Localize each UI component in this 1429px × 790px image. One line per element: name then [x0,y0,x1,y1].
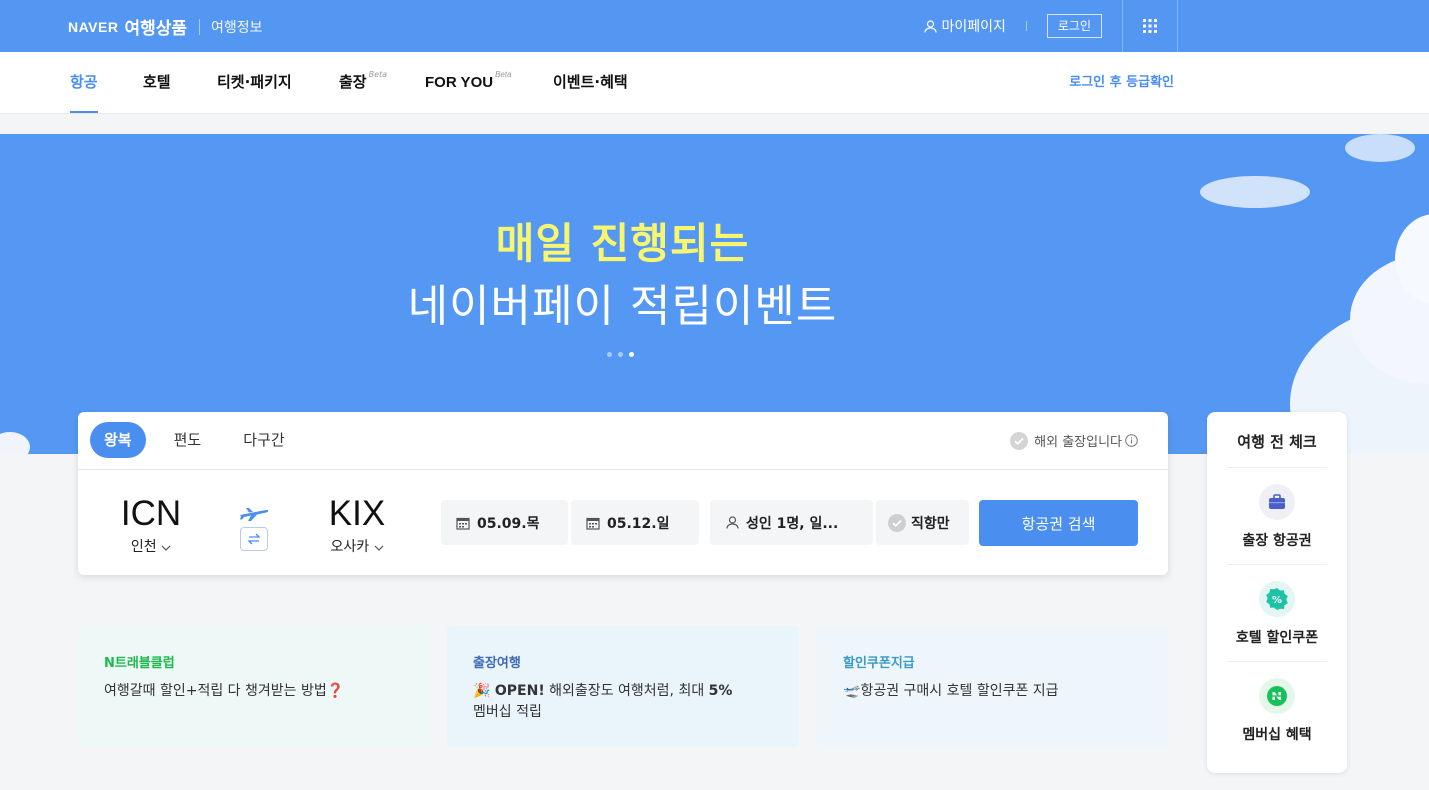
info-icon[interactable] [1125,434,1138,447]
origin-code: ICN [120,494,182,533]
mypage-label: 마이페이지 [941,19,1006,35]
main-nav: 항공 호텔 티켓·패키지 출장 Beta FOR YOU Beta 이벤트·혜택 로… [0,52,1429,114]
chevron-down-icon [374,545,383,551]
trip-type-tabs: 왕복 편도 다구간 [90,422,313,458]
promo-card-business-trip[interactable]: 출장여행 🎉 OPEN! 해외출장도 여행처럼, 최대 5% 멤버십 적립 [447,626,799,747]
naver-membership-icon [1259,678,1295,714]
logo[interactable]: NAVER 여행상품 여행정보 [68,14,263,39]
login-button[interactable]: 로그인 [1046,14,1102,38]
business-trip-label: 해외 출장입니다 [1034,435,1122,450]
cloud-decoration [0,432,30,454]
tab-business-trip[interactable]: 출장 Beta [339,52,387,113]
hero-headline: 매일 진행되는 [495,219,750,268]
side-item-label: 멤버십 혜택 [1242,727,1312,743]
check-circle-icon [888,513,906,532]
direct-only-label: 직항만 [911,515,950,532]
passenger-count: 성인 1명, 일... [746,515,839,532]
promo-card-coupon[interactable]: 할인쿠폰지급 🛫항공권 구매시 호텔 할인쿠폰 지급 [817,626,1169,747]
travel-product-logo[interactable]: 여행상품 [124,14,187,39]
header-divider [1025,21,1027,31]
destination-city: 오사카 [297,536,417,556]
tab-multi-city[interactable]: 다구간 [229,422,298,458]
passenger-field[interactable]: 성인 1명, 일... [710,500,873,545]
return-date: 05.12.일 [607,515,670,532]
flight-search-card: 왕복 편도 다구간 해외 출장입니다 ICN 인천 KIX 오사카 05.09.… [78,412,1168,575]
promo-desc: 🛫항공권 구매시 호텔 할인쿠폰 지급 [843,683,1059,699]
check-circle-icon [1010,431,1029,450]
slide-dot[interactable] [618,352,623,357]
user-icon [924,19,938,33]
slide-dot-active[interactable] [629,352,634,357]
percent-badge-icon: % [1259,581,1295,617]
hero-subheadline: 네이버페이 적립이벤트 [407,281,838,332]
travel-info-link[interactable]: 여행정보 [211,17,263,37]
promo-title: 할인쿠폰지급 [843,656,915,671]
promo-title: 출장여행 [473,656,521,671]
business-trip-checkbox[interactable]: 해외 출장입니다 [1010,431,1138,450]
direct-only-toggle[interactable]: 직항만 [876,500,969,545]
apps-menu-button[interactable] [1122,0,1178,52]
card-divider [78,469,1168,470]
side-panel-title: 여행 전 체크 [1227,412,1327,468]
promo-desc: 여행갈때 할인+적립 다 챙겨받는 방법❓ [104,683,345,699]
return-date-field[interactable]: 05.12.일 [571,500,699,545]
party-emoji: 🎉 [473,683,491,699]
side-item-membership[interactable]: 멤버십 혜택 [1227,662,1327,759]
beta-badge: Beta [495,70,512,79]
calendar-icon [456,517,470,530]
promo-card-ntravel[interactable]: N트래블클럽 여행갈때 할인+적립 다 챙겨받는 방법❓ [78,626,430,747]
origin-city: 인천 [91,536,211,556]
logo-divider [199,18,201,35]
pre-trip-check-panel: 여행 전 체크 출장 항공권 % 호텔 할인쿠폰 멤버십 혜택 [1207,412,1347,773]
depart-date: 05.09.목 [477,515,540,532]
tab-one-way[interactable]: 편도 [160,422,216,458]
cloud-decoration [1345,134,1415,162]
flight-search-button[interactable]: 항공권 검색 [979,500,1138,546]
user-icon [726,516,739,529]
cloud-decoration [1200,176,1310,208]
slide-indicator [607,352,634,357]
top-bar: NAVER 여행상품 여행정보 마이페이지 로그인 [0,0,1429,52]
airplane-emoji: 🛫 [843,683,861,699]
depart-date-field[interactable]: 05.09.목 [441,500,568,545]
destination-code: KIX [328,494,386,533]
naver-logo[interactable]: NAVER [68,19,118,35]
calendar-icon [586,517,600,530]
side-item-label: 호텔 할인쿠폰 [1235,630,1319,646]
tab-for-you[interactable]: FOR YOU Beta [425,52,512,113]
tab-events[interactable]: 이벤트·혜택 [553,52,628,113]
tab-ticket-package[interactable]: 티켓·패키지 [217,52,292,113]
swap-airports-button[interactable] [240,527,268,551]
tab-hotel[interactable]: 호텔 [143,52,171,113]
promo-desc: 🎉 OPEN! 해외출장도 여행처럼, 최대 5% 멤버십 적립 [473,683,733,720]
hero-banner[interactable]: 매일 진행되는 네이버페이 적립이벤트 [0,134,1429,454]
side-item-business-flight[interactable]: 출장 항공권 [1227,468,1327,565]
briefcase-icon [1259,484,1295,520]
destination-airport[interactable]: KIX 오사카 [297,494,417,556]
tab-round-trip[interactable]: 왕복 [90,422,146,458]
promo-title: N트래블클럽 [104,656,175,671]
beta-badge: Beta [368,70,388,79]
tab-flight[interactable]: 항공 [70,52,98,113]
airplane-icon [240,508,269,521]
svg-text:%: % [1272,595,1282,606]
swap-icon [247,533,261,545]
mypage-link[interactable]: 마이페이지 [924,16,1006,36]
grid-icon [1143,19,1157,33]
slide-dot[interactable] [607,352,612,357]
side-item-hotel-coupon[interactable]: % 호텔 할인쿠폰 [1227,565,1327,662]
chevron-down-icon [161,545,171,551]
side-item-label: 출장 항공권 [1242,533,1312,549]
origin-airport[interactable]: ICN 인천 [91,494,211,556]
question-emoji: ❓ [326,683,345,699]
grade-check-link[interactable]: 로그인 후 등급확인 [1069,52,1174,113]
